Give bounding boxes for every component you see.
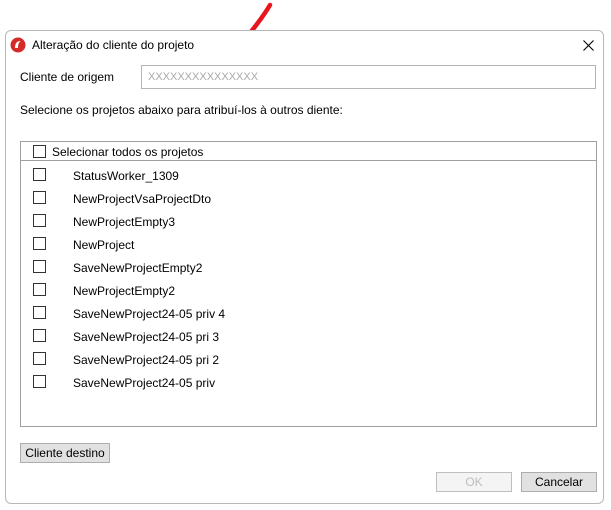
item-checkbox[interactable] (33, 283, 46, 296)
list-item[interactable]: SaveNewProject24-05 pri 3 (21, 328, 596, 351)
origin-client-label: Cliente de origem (20, 70, 115, 84)
list-item[interactable]: StatusWorker_1309 (21, 167, 596, 190)
list-item[interactable]: SaveNewProject24-05 priv 4 (21, 305, 596, 328)
dialog-title: Alteração do cliente do projeto (32, 38, 195, 52)
item-label: SaveNewProject24-05 priv (73, 376, 216, 390)
instruction-text: Selecione os projetos abaixo para atribu… (20, 103, 343, 117)
item-checkbox[interactable] (33, 375, 46, 388)
projects-list[interactable]: Selecionar todos os projetos StatusWorke… (20, 141, 597, 427)
dialog-window: Alteração do cliente do projeto Cliente … (5, 30, 604, 504)
item-label: NewProjectEmpty3 (73, 215, 176, 229)
item-label: SaveNewProject24-05 pri 2 (73, 353, 220, 367)
app-logo-icon (10, 37, 26, 53)
item-checkbox[interactable] (33, 191, 46, 204)
list-item[interactable]: NewProjectVsaProjectDto (21, 190, 596, 213)
item-label: NewProject (73, 238, 135, 252)
item-checkbox[interactable] (33, 352, 46, 365)
item-checkbox[interactable] (33, 260, 46, 273)
destination-client-button[interactable]: Cliente destino (20, 443, 110, 463)
list-item[interactable]: SaveNewProject24-05 priv (21, 374, 596, 397)
item-checkbox[interactable] (33, 237, 46, 250)
select-all-checkbox[interactable] (33, 145, 46, 158)
select-all-row[interactable]: Selecionar todos os projetos (21, 142, 596, 161)
item-checkbox[interactable] (33, 168, 46, 181)
list-item[interactable]: NewProjectEmpty2 (21, 282, 596, 305)
item-label: SaveNewProjectEmpty2 (73, 261, 203, 275)
title-bar: Alteração do cliente do projeto (6, 31, 603, 59)
list-item[interactable]: SaveNewProject24-05 pri 2 (21, 351, 596, 374)
select-all-label: Selecionar todos os projetos (52, 145, 204, 159)
item-checkbox[interactable] (33, 306, 46, 319)
item-checkbox[interactable] (33, 329, 46, 342)
item-label: StatusWorker_1309 (73, 169, 179, 183)
cancel-button[interactable]: Cancelar (521, 472, 597, 492)
list-item[interactable]: NewProjectEmpty3 (21, 213, 596, 236)
item-label: SaveNewProject24-05 pri 3 (73, 330, 220, 344)
origin-client-field[interactable] (141, 65, 596, 89)
item-label: SaveNewProject24-05 priv 4 (73, 307, 226, 321)
ok-button[interactable]: OK (436, 472, 512, 492)
close-icon (582, 39, 594, 51)
close-button[interactable] (573, 31, 603, 59)
list-item[interactable]: NewProject (21, 236, 596, 259)
item-label: NewProjectVsaProjectDto (73, 192, 212, 206)
item-checkbox[interactable] (33, 214, 46, 227)
list-item[interactable]: SaveNewProjectEmpty2 (21, 259, 596, 282)
item-label: NewProjectEmpty2 (73, 284, 176, 298)
screenshot-canvas: Alteração do cliente do projeto Cliente … (0, 0, 611, 510)
